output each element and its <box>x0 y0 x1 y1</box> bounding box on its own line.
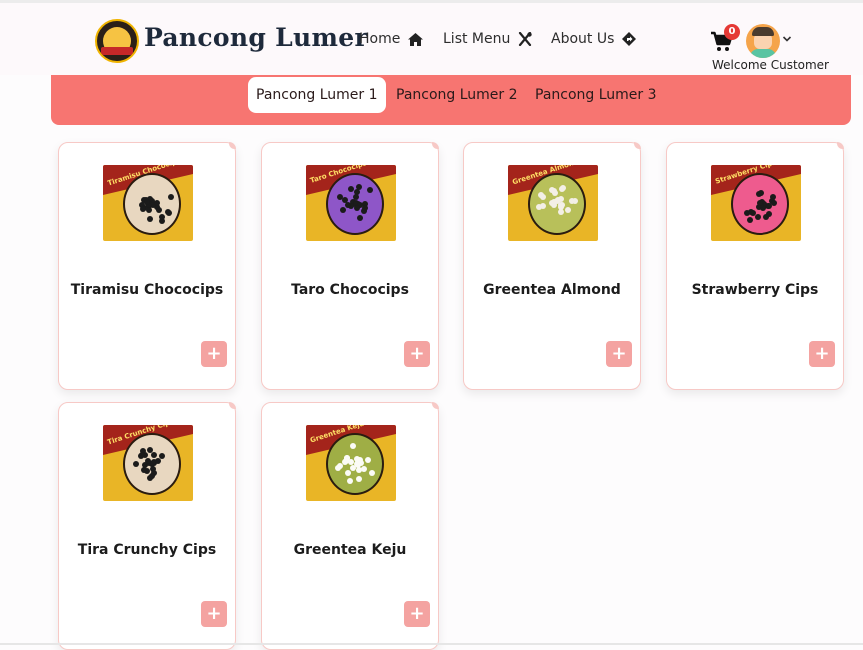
product-card[interactable]: Greentea Keju Greentea Keju + <box>261 402 439 650</box>
product-image: Tiramisu Chococips <box>103 165 193 241</box>
product-image: Greentea Keju <box>306 425 396 501</box>
chevron-down-icon[interactable] <box>782 35 792 43</box>
add-to-cart-button[interactable]: + <box>201 601 227 627</box>
product-name: Taro Chococips <box>291 282 409 298</box>
product-name: Tiramisu Chococips <box>70 282 224 298</box>
nav-list-menu[interactable]: List Menu <box>443 31 533 47</box>
nav-home-label: Home <box>359 31 401 47</box>
nav-home[interactable]: Home <box>359 31 424 47</box>
product-name: Greentea Almond <box>483 282 621 298</box>
welcome-text: Welcome Customer <box>712 58 829 72</box>
direction-icon <box>622 32 637 46</box>
home-icon <box>408 32 424 46</box>
product-card[interactable]: Strawberry Cips Strawberry Cips + <box>666 142 844 390</box>
add-to-cart-button[interactable]: + <box>404 601 430 627</box>
cart-count-badge: 0 <box>724 24 740 40</box>
brand-title[interactable]: Pancong Lumer <box>144 23 368 52</box>
navbar: Pancong Lumer Home List Menu About Us 0 <box>0 3 863 75</box>
product-card[interactable]: Greentea Almond Greentea Almond + <box>463 142 641 390</box>
tab-pancong-lumer-2[interactable]: Pancong Lumer 2 <box>388 77 526 113</box>
product-card[interactable]: Taro Chococips Taro Chococips + <box>261 142 439 390</box>
product-image: Taro Chococips <box>306 165 396 241</box>
nav-about-us[interactable]: About Us <box>551 31 637 47</box>
tab-pancong-lumer-1[interactable]: Pancong Lumer 1 <box>248 77 386 113</box>
tab-pancong-lumer-3[interactable]: Pancong Lumer 3 <box>527 77 665 113</box>
product-image: Strawberry Cips <box>711 165 801 241</box>
user-avatar[interactable] <box>746 24 780 58</box>
nav-about-us-label: About Us <box>551 31 615 47</box>
product-name: Greentea Keju <box>293 542 407 558</box>
product-image: Tira Crunchy Cips <box>103 425 193 501</box>
product-image: Greentea Almond <box>508 165 598 241</box>
logo[interactable] <box>95 19 139 63</box>
add-to-cart-button[interactable]: + <box>809 341 835 367</box>
add-to-cart-button[interactable]: + <box>606 341 632 367</box>
product-name: Strawberry Cips <box>691 282 819 298</box>
utensils-icon <box>519 32 533 46</box>
product-card[interactable]: Tiramisu Chococips Tiramisu Chococips + <box>58 142 236 390</box>
product-card[interactable]: Tira Crunchy Cips Tira Crunchy Cips + <box>58 402 236 650</box>
nav-list-menu-label: List Menu <box>443 31 511 47</box>
category-tabs: Pancong Lumer 1 Pancong Lumer 2 Pancong … <box>51 75 851 125</box>
add-to-cart-button[interactable]: + <box>404 341 430 367</box>
product-name: Tira Crunchy Cips <box>77 542 217 558</box>
add-to-cart-button[interactable]: + <box>201 341 227 367</box>
